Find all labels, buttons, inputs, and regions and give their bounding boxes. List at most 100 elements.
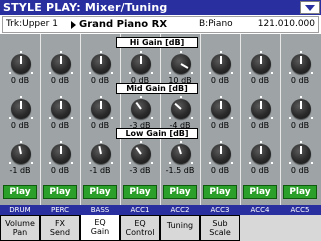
knob-scale-dot: [260, 96, 262, 98]
tab-label-line1: EQ: [134, 219, 146, 228]
tab-label-line1: FX: [54, 219, 66, 228]
knob-scale-dot: [271, 72, 273, 74]
hi-gain-label: Hi Gain [dB]: [116, 37, 198, 48]
knob-pointer: [60, 101, 62, 109]
gain-value: 0 dB: [250, 76, 270, 85]
tab-eq-control[interactable]: EQ Control: [120, 215, 160, 241]
eq-knob[interactable]: [128, 51, 154, 77]
tab-fx-send[interactable]: FX Send: [40, 215, 80, 241]
knob-pointer: [140, 56, 142, 64]
knob-scale-dot: [169, 162, 171, 164]
knob-scale-dot: [31, 162, 33, 164]
eq-knob[interactable]: [48, 141, 74, 167]
track-info-bar[interactable]: Trk:Upper 1 Grand Piano RX B:Piano 121.0…: [2, 16, 319, 33]
page-menu-button[interactable]: [300, 1, 320, 14]
eq-knob[interactable]: [88, 141, 114, 167]
knob-scale-dot: [289, 72, 291, 74]
knob-scale-dot: [9, 117, 11, 119]
eq-knob[interactable]: [8, 51, 34, 77]
gain-value: -1 dB: [9, 166, 31, 175]
eq-knob[interactable]: [288, 96, 314, 122]
play-button[interactable]: Play: [283, 185, 317, 199]
tab-volume-pan[interactable]: Volume Pan: [0, 215, 40, 241]
knob-scale-dot: [140, 51, 142, 53]
eq-knob[interactable]: [88, 96, 114, 122]
knob-scale-dot: [20, 96, 22, 98]
eq-knob[interactable]: [248, 51, 274, 77]
play-button[interactable]: Play: [123, 185, 157, 199]
tab-label-line2: Gain: [90, 227, 110, 236]
channel-name: ACC3: [210, 206, 230, 214]
channel-separator: [80, 34, 81, 205]
channel-separator: [200, 34, 201, 205]
eq-knob[interactable]: [48, 51, 74, 77]
knob-scale-dot: [9, 162, 11, 164]
eq-knob[interactable]: [288, 141, 314, 167]
knob-scale-dot: [249, 72, 251, 74]
low-gain-label: Low Gain [dB]: [116, 128, 198, 139]
knob-scale-dot: [209, 162, 211, 164]
knob-scale-dot: [100, 96, 102, 98]
tab-eq-gain[interactable]: EQ Gain: [80, 215, 120, 241]
eq-knob[interactable]: [248, 96, 274, 122]
tab-label-line2: Scale: [209, 228, 231, 237]
eq-knob[interactable]: [8, 141, 34, 167]
play-button[interactable]: Play: [203, 185, 237, 199]
gain-value: -1.5 dB: [165, 166, 195, 175]
eq-knob[interactable]: [248, 141, 274, 167]
channel-name: PERC: [50, 206, 70, 214]
eq-knob[interactable]: [8, 96, 34, 122]
knob-pointer: [260, 56, 262, 64]
eq-knob[interactable]: [168, 141, 194, 167]
knob-scale-dot: [231, 117, 233, 119]
knob-pointer: [220, 146, 222, 154]
tab-sub-scale[interactable]: Sub Scale: [200, 215, 240, 241]
knob-scale-dot: [49, 162, 51, 164]
eq-knob[interactable]: [88, 51, 114, 77]
eq-knob[interactable]: [208, 51, 234, 77]
gain-value: 0 dB: [290, 121, 310, 130]
tab-label-line2: Control: [125, 228, 155, 237]
knob-scale-dot: [31, 72, 33, 74]
knob-pointer: [60, 146, 62, 154]
tab-label-line1: Tuning: [166, 221, 194, 230]
play-button[interactable]: Play: [243, 185, 277, 199]
knob-icon: [91, 144, 111, 164]
knob-scale-dot: [20, 51, 22, 53]
knob-scale-dot: [71, 72, 73, 74]
knob-scale-dot: [209, 117, 211, 119]
play-button[interactable]: Play: [3, 185, 37, 199]
eq-knob[interactable]: [168, 51, 194, 77]
track-label: Trk:Upper 1: [6, 19, 58, 29]
eq-knob[interactable]: [288, 51, 314, 77]
knob-pointer: [20, 56, 22, 64]
knob-icon: [131, 144, 151, 164]
track-arrow-icon: [71, 21, 76, 29]
knob-scale-dot: [231, 72, 233, 74]
play-button[interactable]: Play: [163, 185, 197, 199]
eq-knob[interactable]: [168, 96, 194, 122]
knob-scale-dot: [180, 141, 182, 143]
knob-scale-dot: [311, 117, 313, 119]
knob-pointer: [260, 101, 262, 109]
eq-knob[interactable]: [208, 141, 234, 167]
play-button[interactable]: Play: [43, 185, 77, 199]
gain-value: 0 dB: [250, 166, 270, 175]
knob-scale-dot: [89, 117, 91, 119]
channel-separator: [280, 34, 281, 205]
knob-scale-dot: [151, 162, 153, 164]
knob-icon: [171, 99, 191, 119]
play-button[interactable]: Play: [83, 185, 117, 199]
knob-scale-dot: [100, 51, 102, 53]
knob-scale-dot: [289, 117, 291, 119]
tab-tuning[interactable]: Tuning: [160, 215, 200, 241]
knob-scale-dot: [71, 162, 73, 164]
eq-knob[interactable]: [208, 96, 234, 122]
eq-knob[interactable]: [48, 96, 74, 122]
eq-knob[interactable]: [128, 141, 154, 167]
knob-scale-dot: [60, 51, 62, 53]
mid-gain-label: Mid Gain [dB]: [116, 83, 198, 94]
channel-name: ACC5: [290, 206, 310, 214]
eq-knob[interactable]: [128, 96, 154, 122]
gain-value: 0 dB: [210, 166, 230, 175]
